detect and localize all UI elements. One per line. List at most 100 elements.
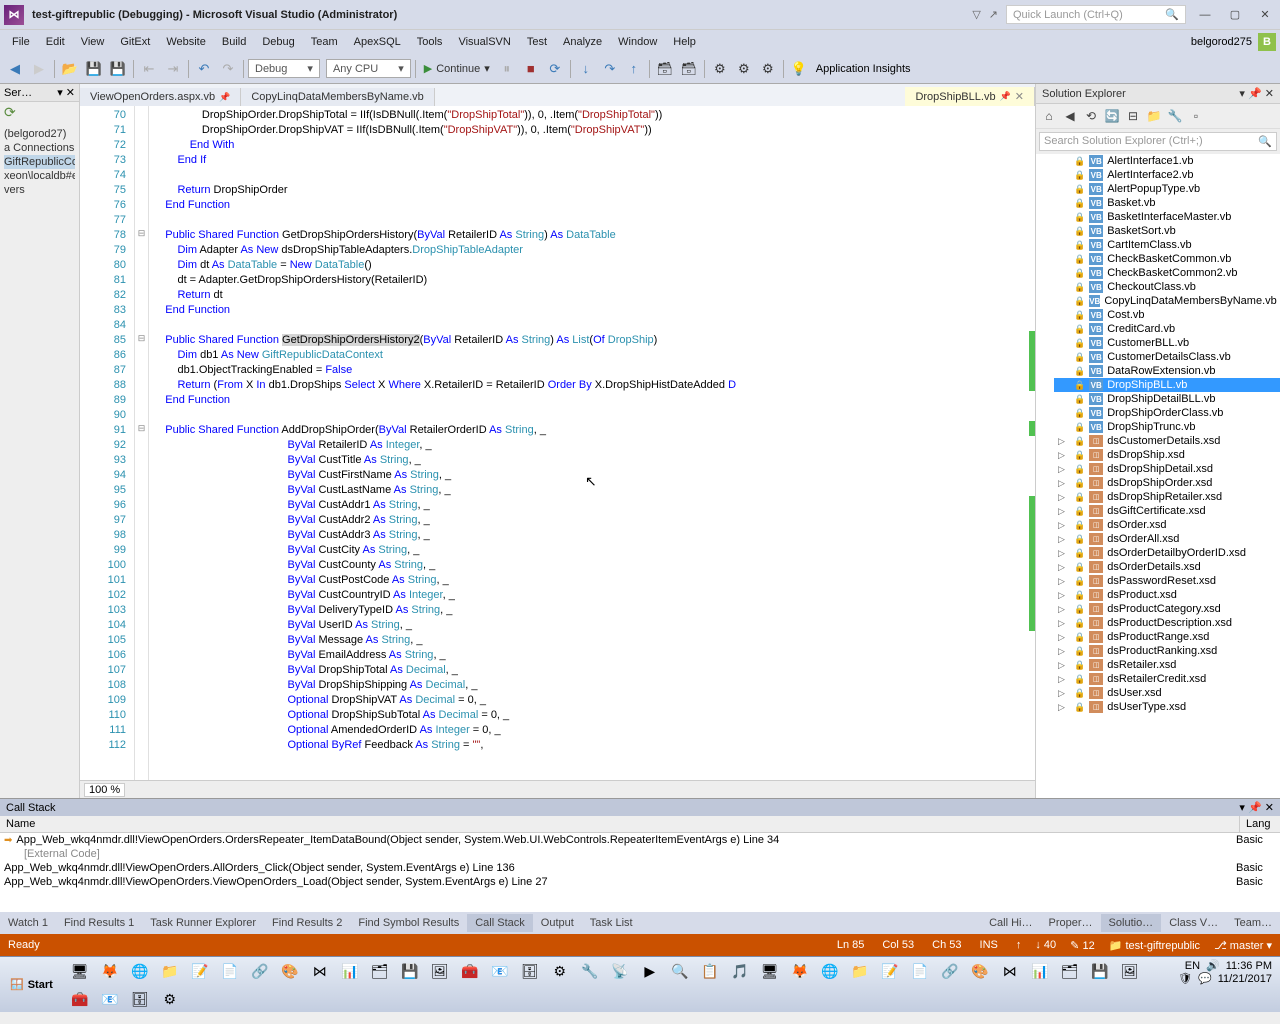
close-icon[interactable]: ✕	[1265, 802, 1274, 814]
solution-search-input[interactable]: Search Solution Explorer (Ctrl+;) 🔍	[1039, 132, 1277, 151]
code-editor[interactable]: 7071727374757677787980818283848586878889…	[80, 106, 1035, 780]
bottom-tab[interactable]: Task List	[582, 914, 641, 932]
fold-column[interactable]: ⊟⊟⊟	[135, 106, 149, 780]
taskbar-app-icon[interactable]: 🔧	[577, 959, 603, 983]
outdent-icon[interactable]: ⇤	[138, 58, 160, 80]
bottom-tab[interactable]: Task Runner Explorer	[142, 914, 264, 932]
pin-icon[interactable]: ▾ ✕	[57, 86, 75, 99]
pin-icon[interactable]: 📌	[219, 92, 230, 103]
taskbar-app-icon[interactable]: 🌐	[817, 959, 843, 983]
bottom-tab[interactable]: Watch 1	[0, 914, 56, 932]
menu-view[interactable]: View	[73, 32, 113, 52]
config-combo[interactable]: Debug	[248, 59, 320, 78]
redo-icon[interactable]: ↷	[217, 58, 239, 80]
refresh-icon[interactable]: 🔄	[1103, 107, 1121, 125]
user-name[interactable]: belgorod275	[1191, 36, 1252, 48]
tree-item[interactable]: 🔒VBCopyLinqDataMembersByName.vb	[1054, 294, 1280, 308]
tree-item[interactable]: 🔒◫dsProductCategory.xsd	[1054, 602, 1280, 616]
menu-website[interactable]: Website	[158, 32, 214, 52]
save-all-icon[interactable]: 💾	[107, 58, 129, 80]
taskbar-app-icon[interactable]: 🧰	[457, 959, 483, 983]
bottom-tab[interactable]: Solutio…	[1101, 914, 1162, 932]
bottom-tab[interactable]: Call Hi…	[981, 914, 1040, 932]
taskbar-app-icon[interactable]: 🌐	[127, 959, 153, 983]
dropdown-icon[interactable]: ▾	[1239, 88, 1245, 100]
refresh-icon[interactable]: ⟳	[2, 102, 18, 122]
db-icon2[interactable]: 🗃	[678, 58, 700, 80]
tree-item[interactable]: 🔒VBBasket.vb	[1054, 196, 1280, 210]
tree-item[interactable]: 🔒VBDropShipOrderClass.vb	[1054, 406, 1280, 420]
solution-explorer-header[interactable]: Solution Explorer ▾ 📌 ✕	[1036, 84, 1280, 104]
show-all-icon[interactable]: 📁	[1145, 107, 1163, 125]
taskbar-app-icon[interactable]: 📝	[187, 959, 213, 983]
col-lang[interactable]: Lang	[1240, 816, 1280, 832]
tree-item[interactable]: 🔒◫dsDropShipDetail.xsd	[1054, 462, 1280, 476]
tree-item[interactable]: 🔒VBCheckBasketCommon2.vb	[1054, 266, 1280, 280]
insights-label[interactable]: Application Insights	[812, 63, 915, 75]
taskbar-app-icon[interactable]: ▶	[637, 959, 663, 983]
taskbar-app-icon[interactable]: 🗄	[517, 959, 543, 983]
tree-item[interactable]: 🔒VBBasketInterfaceMaster.vb	[1054, 210, 1280, 224]
status-branch[interactable]: master	[1230, 940, 1264, 952]
taskbar-app-icon[interactable]: 📊	[1027, 959, 1053, 983]
taskbar-app-icon[interactable]: 🔍	[667, 959, 693, 983]
taskbar-app-icon[interactable]: 💾	[397, 959, 423, 983]
start-button[interactable]: 🪟 Start	[0, 957, 63, 1012]
menu-help[interactable]: Help	[665, 32, 704, 52]
server-item[interactable]: GiftRepublicCor	[4, 155, 75, 169]
tray-icon[interactable]: 🛡	[1178, 972, 1192, 985]
taskbar-app-icon[interactable]: 💾	[1087, 959, 1113, 983]
solution-tree[interactable]: 🔒VBAlertInterface1.vb🔒VBAlertInterface2.…	[1036, 154, 1280, 798]
pin-icon[interactable]: 📌	[1000, 91, 1011, 102]
menu-team[interactable]: Team	[303, 32, 346, 52]
tree-item[interactable]: 🔒◫dsProduct.xsd	[1054, 588, 1280, 602]
taskbar-app-icon[interactable]: 🎵	[727, 959, 753, 983]
notification-icon[interactable]: ▽	[972, 8, 980, 21]
dropdown-icon[interactable]: ▾	[1239, 802, 1245, 814]
taskbar-app-icon[interactable]: 🗄	[127, 987, 153, 1011]
taskbar-app-icon[interactable]: 🎨	[277, 959, 303, 983]
bottom-tab[interactable]: Find Results 2	[264, 914, 350, 932]
menu-debug[interactable]: Debug	[254, 32, 302, 52]
maximize-button[interactable]: ▢	[1224, 4, 1246, 26]
tree-item[interactable]: 🔒◫dsCustomerDetails.xsd	[1054, 434, 1280, 448]
bottom-tab[interactable]: Call Stack	[467, 914, 533, 932]
taskbar-app-icon[interactable]: 🖼	[427, 959, 453, 983]
continue-button[interactable]: ▶Continue ▾	[420, 60, 494, 77]
close-button[interactable]: ✕	[1254, 4, 1276, 26]
quick-launch-input[interactable]: Quick Launch (Ctrl+Q) 🔍	[1006, 5, 1186, 24]
bottom-tab[interactable]: Output	[533, 914, 582, 932]
user-badge[interactable]: B	[1258, 33, 1276, 51]
menu-edit[interactable]: Edit	[38, 32, 73, 52]
tree-item[interactable]: 🔒◫dsProductDescription.xsd	[1054, 616, 1280, 630]
lang-indicator[interactable]: EN	[1185, 960, 1200, 972]
stop-icon[interactable]: ■	[520, 58, 542, 80]
feedback-icon[interactable]: ↗	[989, 8, 998, 21]
save-icon[interactable]: 💾	[83, 58, 105, 80]
pause-icon[interactable]: ⏸	[496, 58, 518, 80]
tree-item[interactable]: 🔒◫dsRetailer.xsd	[1054, 658, 1280, 672]
pin-icon[interactable]: 📌	[1248, 802, 1262, 814]
menu-analyze[interactable]: Analyze	[555, 32, 610, 52]
undo-icon[interactable]: ↶	[193, 58, 215, 80]
taskbar-app-icon[interactable]: 📄	[907, 959, 933, 983]
taskbar-app-icon[interactable]: 🧰	[67, 987, 93, 1011]
platform-combo[interactable]: Any CPU	[326, 59, 411, 78]
tool-icon3[interactable]: ⚙	[757, 58, 779, 80]
tree-item[interactable]: 🔒◫dsProductRanking.xsd	[1054, 644, 1280, 658]
tool-icon2[interactable]: ⚙	[733, 58, 755, 80]
clock-date[interactable]: 11/21/2017	[1218, 973, 1272, 985]
step-over-icon[interactable]: ↷	[599, 58, 621, 80]
home-icon[interactable]: ⌂	[1040, 107, 1058, 125]
taskbar-app-icon[interactable]: ⚙	[157, 987, 183, 1011]
close-icon[interactable]: ✕	[1265, 88, 1274, 100]
bottom-tab[interactable]: Proper…	[1041, 914, 1101, 932]
db-icon[interactable]: 🗃	[654, 58, 676, 80]
menu-tools[interactable]: Tools	[409, 32, 451, 52]
taskbar-app-icon[interactable]: ⚙	[547, 959, 573, 983]
tray-icon[interactable]: 💬	[1198, 972, 1212, 985]
taskbar-app-icon[interactable]: ⋈	[997, 959, 1023, 983]
menu-visualsvn[interactable]: VisualSVN	[450, 32, 518, 52]
bottom-tab[interactable]: Team…	[1226, 914, 1280, 932]
callstack-row[interactable]: ➡App_Web_wkq4nmdr.dll!ViewOpenOrders.Ord…	[0, 833, 1280, 847]
